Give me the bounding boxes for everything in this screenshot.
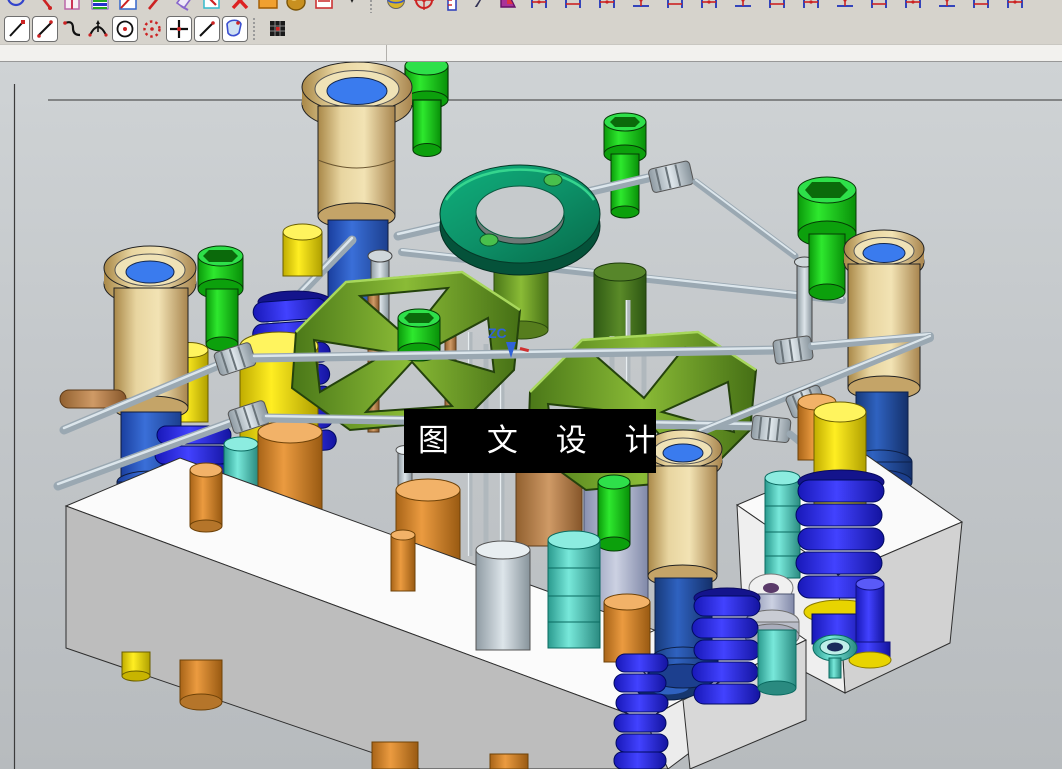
dimension-icon-1[interactable]	[527, 0, 551, 13]
toolbar-separator	[370, 0, 378, 13]
eraser-icon[interactable]	[172, 0, 196, 13]
toolbar-separator	[253, 18, 261, 40]
dimension-icon-10[interactable]	[833, 0, 857, 13]
center-mark-icon[interactable]	[412, 0, 436, 13]
return-pin-on-rail-left[interactable]	[190, 463, 222, 532]
circle-tool-icon[interactable]	[4, 0, 28, 13]
spacer-sleeve-right[interactable]	[765, 471, 800, 578]
dropdown-arrow[interactable]: ▾	[340, 0, 364, 13]
cap-screw-upper-middle[interactable]	[604, 113, 646, 218]
delete-icon[interactable]	[228, 0, 252, 13]
material-library-icon[interactable]	[284, 0, 308, 13]
layer-settings-icon[interactable]	[88, 0, 112, 13]
coil-spring-bottom-center[interactable]	[614, 654, 668, 769]
dimension-icon-2[interactable]	[561, 0, 585, 13]
dimension-icon-6[interactable]	[697, 0, 721, 13]
sheet-view-icon[interactable]	[116, 0, 140, 13]
quick-trim-icon[interactable]	[222, 16, 248, 42]
top-toolbar: ▾7	[0, 0, 1062, 13]
return-pin-on-rail-mid[interactable]	[391, 530, 415, 591]
ellipse-tool-icon[interactable]	[140, 17, 164, 41]
lifting-ring[interactable]	[440, 165, 600, 275]
annotation-editor-icon[interactable]	[200, 0, 224, 13]
coil-spring-center-front[interactable]	[692, 588, 760, 704]
spacer-sleeve-bottom-right[interactable]	[758, 630, 796, 695]
grid-display-icon[interactable]	[266, 17, 290, 41]
annotation-flag-icon[interactable]	[496, 0, 520, 13]
dimension-icon-5[interactable]	[663, 0, 687, 13]
sketch-toolbar	[0, 13, 1062, 44]
vertical-dimension-icon[interactable]	[440, 0, 464, 13]
dimension-icon-11[interactable]	[867, 0, 891, 13]
dimension-icon-7[interactable]	[731, 0, 755, 13]
watermark-banner: 图 文 设 计	[404, 409, 656, 473]
cap-screw-left[interactable]	[198, 246, 243, 351]
graphics-window[interactable]: ZC 图 文 设 计	[0, 62, 1062, 769]
profile-tool-icon[interactable]	[4, 16, 30, 42]
docked-toolbar-strip	[0, 44, 1062, 62]
red-line-tool-icon[interactable]	[32, 0, 56, 13]
line-tool-icon[interactable]	[32, 16, 58, 42]
dimension-icon-12[interactable]	[901, 0, 925, 13]
cap-screw-top-center[interactable]	[405, 62, 448, 157]
circle-tool-icon[interactable]	[112, 16, 138, 42]
toolbar-strip-divider	[386, 45, 387, 61]
angular-dimension-icon[interactable]: 7	[468, 0, 492, 13]
dimension-icon-4[interactable]	[629, 0, 653, 13]
cad-application-window: ▾7	[0, 0, 1062, 769]
line-color-icon[interactable]	[144, 0, 168, 13]
frame-screw-right-lower[interactable]	[598, 475, 630, 551]
dimension-icon-15[interactable]	[1003, 0, 1027, 13]
svg-text:7: 7	[474, 0, 484, 11]
dimension-icon-9[interactable]	[799, 0, 823, 13]
dimension-icon-3[interactable]	[595, 0, 619, 13]
ring-screw[interactable]	[544, 174, 562, 186]
arc-point-tool-icon[interactable]	[86, 17, 110, 41]
drawing-sheet-icon[interactable]	[312, 0, 336, 13]
ring-screw[interactable]	[480, 234, 498, 246]
point-tool-icon[interactable]	[166, 16, 192, 42]
dimension-icon-14[interactable]	[969, 0, 993, 13]
dimension-icon-8[interactable]	[765, 0, 789, 13]
dimension-icon-13[interactable]	[935, 0, 959, 13]
render-style-icon[interactable]	[384, 0, 408, 13]
inferred-line-icon[interactable]	[194, 16, 220, 42]
rectangle-tool-icon[interactable]	[60, 0, 84, 13]
open-folder-icon[interactable]	[256, 0, 280, 13]
wcs-zc-label: ZC	[488, 325, 507, 341]
arc-tool-icon[interactable]	[60, 17, 84, 41]
